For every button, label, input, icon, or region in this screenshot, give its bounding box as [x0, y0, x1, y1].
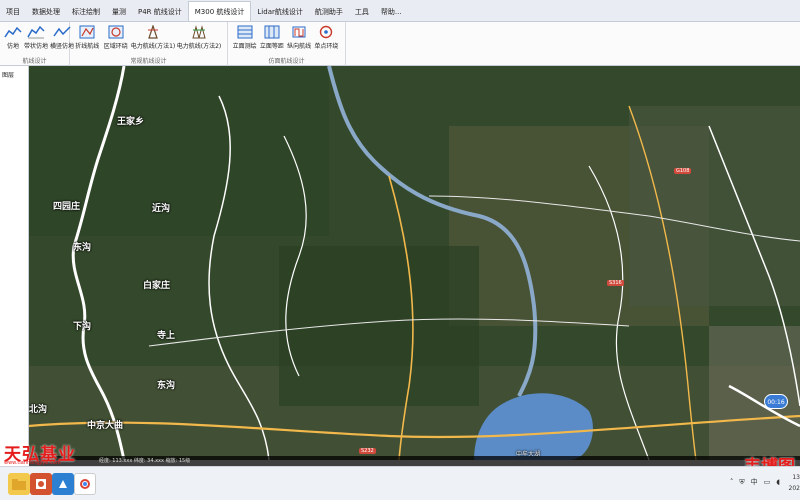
map-place-label: 东沟 — [157, 381, 176, 391]
status-bar: 经度: 113.xxx 纬度: 34.xxx 缩放: 15级 — [29, 456, 800, 466]
road-badge: S316 — [607, 280, 624, 286]
group-normal-route: 折线航线 区域环绕 电力航线(方法1) 电力航线(方法2) 常规航线设计 — [70, 22, 228, 66]
tab-survey-assistant[interactable]: 航测助手 — [309, 3, 349, 21]
strip-chart-icon — [27, 24, 45, 40]
network-icon[interactable]: ▭ — [764, 478, 771, 486]
terrain-chart-icon — [4, 24, 22, 40]
system-tray: ˄ ⛨ 中 ▭ ◖ — [730, 477, 780, 487]
group-label-terrain: 航线设计 — [22, 58, 47, 65]
zoom-level-badge[interactable]: 00:16 — [764, 394, 788, 409]
tab-lidar-route[interactable]: Lidar航线设计 — [251, 3, 308, 21]
tab-data-processing[interactable]: 数据处理 — [26, 3, 66, 21]
chrome-icon[interactable] — [74, 473, 96, 495]
facade-survey-label: 立面测绘 — [232, 43, 257, 50]
map-place-label: 白家庄 — [143, 281, 171, 291]
polyline-route-icon — [78, 24, 96, 40]
map-place-label: 寺上 — [157, 331, 176, 341]
tab-p4r-route[interactable]: P4R 航线设计 — [132, 3, 188, 21]
tab-help[interactable]: 帮助... — [375, 3, 408, 21]
powerpoint-icon[interactable] — [30, 473, 52, 495]
clock-time: 13 — [792, 474, 800, 481]
point-orbit-label: 单点环绕 — [314, 43, 339, 50]
area-orbit-label: 区域环绕 — [103, 43, 128, 50]
road-badge: S232 — [359, 448, 376, 454]
chevron-up-icon[interactable]: ˄ — [730, 478, 734, 486]
terrain-follow-label: 仿地 — [6, 43, 19, 50]
map-place-label: 东沟 — [73, 243, 92, 253]
group-label-normal: 常规航线设计 — [130, 58, 167, 65]
power-route-1-label: 电力航线(方法1) — [130, 43, 176, 50]
file-explorer-icon[interactable] — [8, 473, 30, 495]
ribbon-tab-bar: 项目 数据处理 标注绘制 量测 P4R 航线设计 M300 航线设计 Lidar… — [0, 0, 800, 22]
group-facade-route: 立面测绘 立面等距 纵向航线 单点环绕 仿面航线设计 — [228, 22, 346, 66]
map-canvas — [29, 66, 800, 460]
map-place-label: 下沟 — [73, 322, 92, 332]
taskbar-clock[interactable]: 13 202 — [782, 472, 800, 494]
group-terrain-route: 仿地 带状仿地 横竖仿地 航线设计 — [0, 22, 74, 66]
map-place-label: 近沟 — [152, 204, 171, 214]
facade-equidistant-icon — [263, 24, 281, 40]
group-label-facade: 仿面航线设计 — [268, 58, 305, 65]
strip-terrain-label: 带状仿地 — [24, 43, 49, 50]
polyline-route-label: 折线航线 — [75, 43, 100, 50]
map-place-label: 王家乡 — [117, 117, 145, 127]
vertical-route-icon — [290, 24, 308, 40]
map-place-label: 北沟 — [29, 405, 48, 415]
layer-panel: 图层 — [0, 66, 29, 460]
power-tower-icon — [190, 24, 208, 40]
volume-icon[interactable]: ◖ — [776, 478, 780, 486]
shield-icon[interactable]: ⛨ — [739, 478, 744, 487]
road-badge: G108 — [674, 168, 692, 174]
taskbar: ˄ ⛨ 中 ▭ ◖ 13 202 — [0, 466, 800, 500]
vertical-route-label: 纵向航线 — [287, 43, 312, 50]
ribbon: 仿地 带状仿地 横竖仿地 航线设计 折线航线 区域环绕 电力航线(方法1) 电力… — [0, 22, 800, 66]
layer-tree-item[interactable]: 图层 — [0, 66, 28, 79]
power-route-2-label: 电力航线(方法2) — [176, 43, 222, 50]
map-place-label: 中京大曲 — [87, 421, 124, 431]
tab-measure[interactable]: 量测 — [106, 3, 132, 21]
map-app-icon[interactable] — [52, 473, 74, 495]
cross-chart-icon — [53, 24, 71, 40]
tab-tools[interactable]: 工具 — [349, 3, 375, 21]
facade-grid-icon — [236, 24, 254, 40]
satellite-map[interactable]: 王家乡 四园庄 近沟 东沟 下沟 白家庄 寺上 东沟 北沟 中京大曲 中牟大湖 … — [29, 66, 800, 460]
area-orbit-icon — [107, 24, 125, 40]
tab-annotation[interactable]: 标注绘制 — [66, 3, 106, 21]
facade-equidistant-label: 立面等距 — [259, 43, 284, 50]
map-place-label: 四园庄 — [53, 202, 81, 212]
app-window: 项目 数据处理 标注绘制 量测 P4R 航线设计 M300 航线设计 Lidar… — [0, 0, 800, 500]
power-tower-icon — [144, 24, 162, 40]
ime-indicator[interactable]: 中 — [751, 477, 758, 487]
tab-project[interactable]: 项目 — [0, 3, 26, 21]
tab-m300-route[interactable]: M300 航线设计 — [187, 1, 252, 21]
point-orbit-icon — [317, 24, 335, 40]
clock-date: 202 — [788, 485, 800, 492]
